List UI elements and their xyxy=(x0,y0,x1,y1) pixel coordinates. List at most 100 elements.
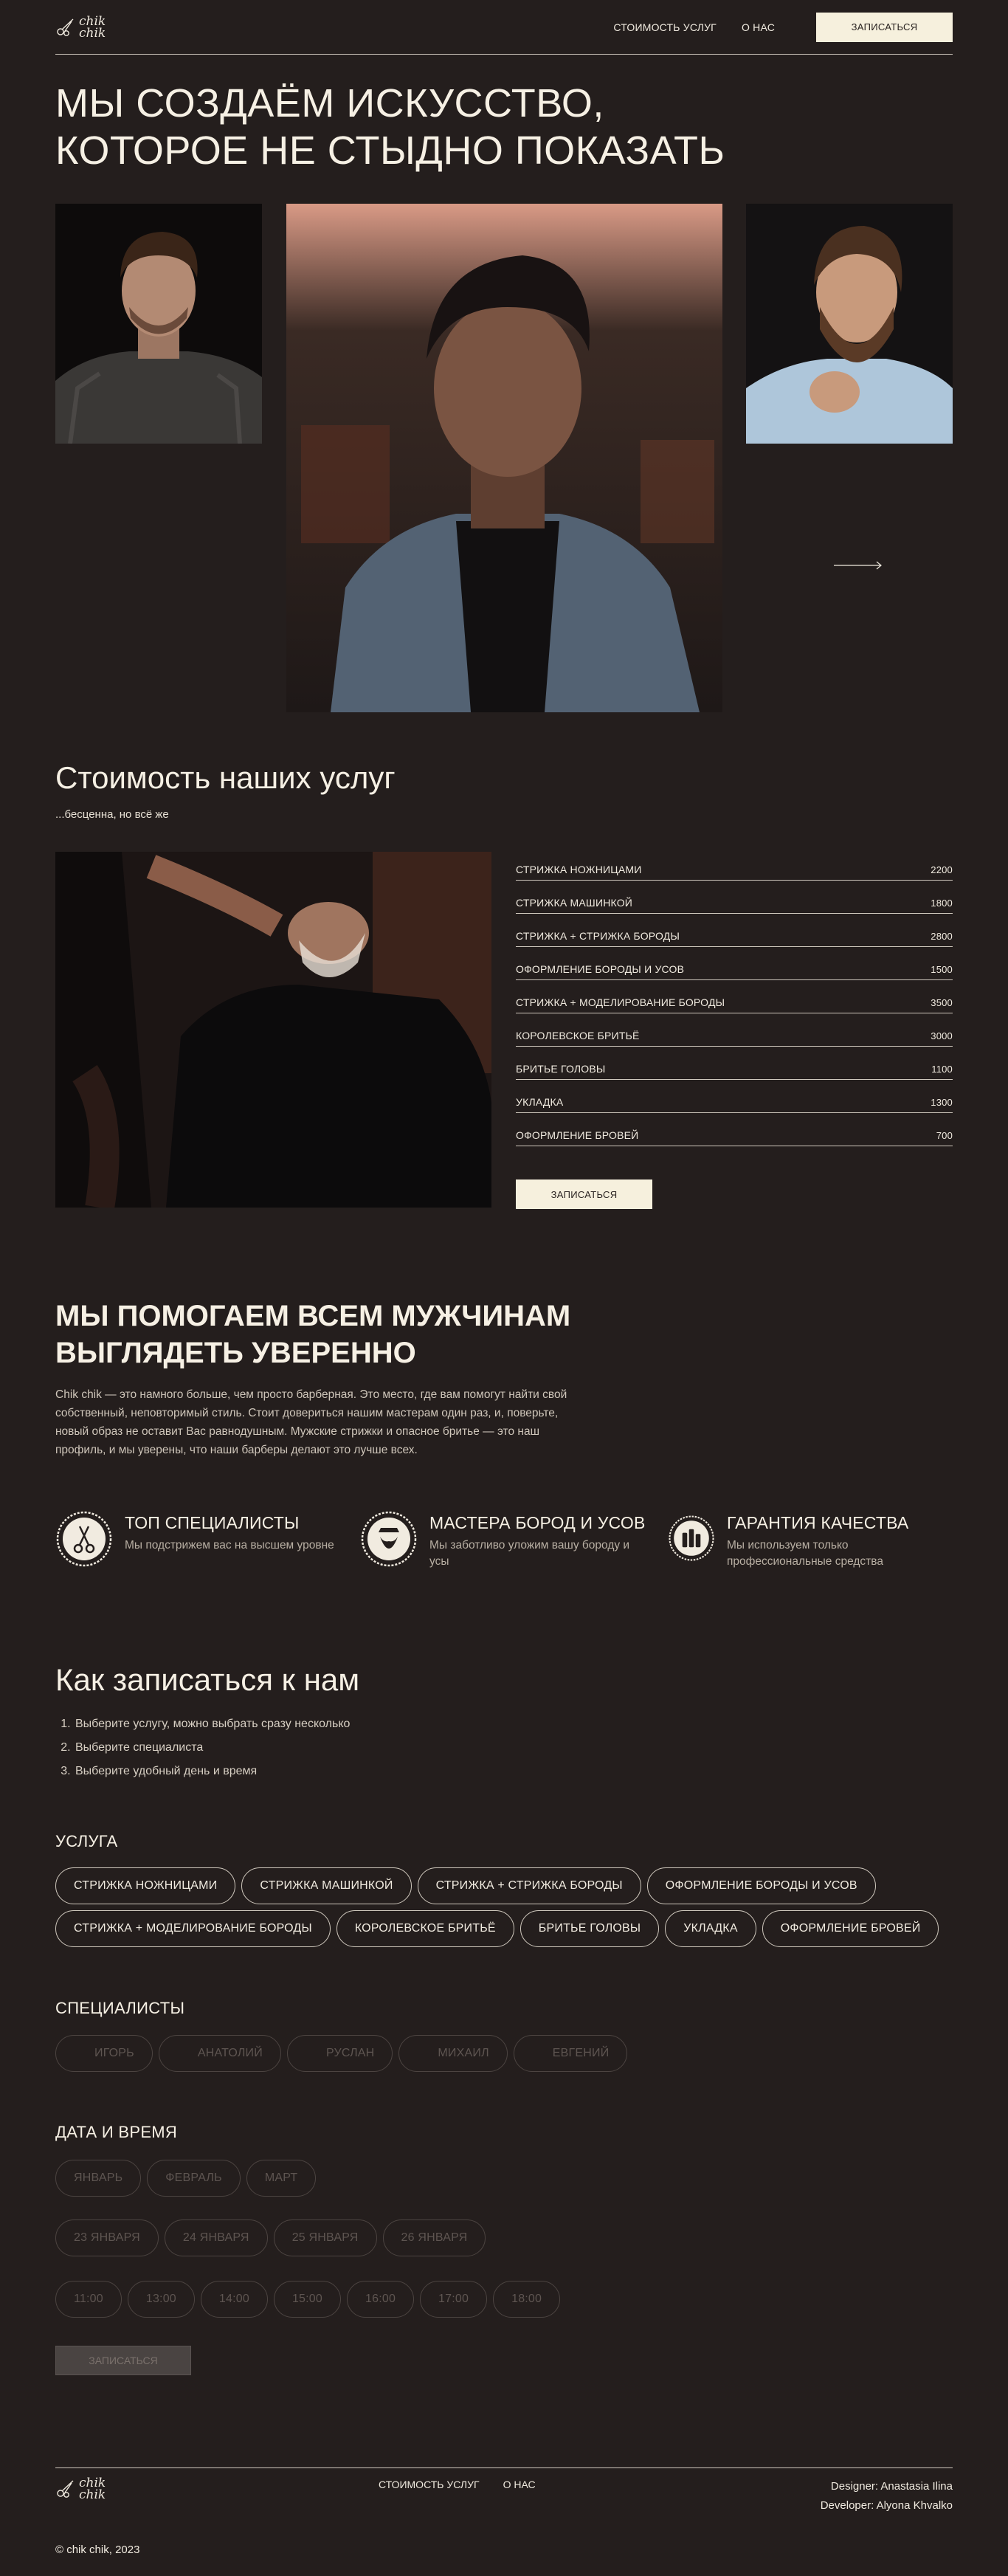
footer-nav: СТОИМОСТЬ УСЛУГ О НАС xyxy=(379,2479,536,2490)
price-value: 3000 xyxy=(931,1030,953,1041)
time-chip[interactable]: 15:00 xyxy=(273,2281,341,2318)
specialists-chips: ИГОРЬ АНАТОЛИЙ РУСЛАН МИХАИЛ ЕВГЕНИЙ xyxy=(55,2035,953,2078)
scissors-logo-icon xyxy=(57,2480,74,2498)
date-chip[interactable]: 26 ЯНВАРЯ xyxy=(382,2219,486,2256)
specialist-chip[interactable]: РУСЛАН xyxy=(286,2035,393,2072)
prices-subtitle: ...бесценна, но всё же xyxy=(55,808,169,821)
time-chip[interactable]: 14:00 xyxy=(200,2281,268,2318)
price-value: 1500 xyxy=(931,964,953,975)
service-chip[interactable]: БРИТЬЕ ГОЛОВЫ xyxy=(519,1910,660,1947)
feature-1-title: ТОП СПЕЦИАЛИСТЫ xyxy=(125,1513,300,1532)
products-icon xyxy=(669,1515,714,1561)
hero-title-line-1: МЫ СОЗДАЁМ ИСКУССТВО, xyxy=(55,81,604,125)
logo[interactable]: chik chik xyxy=(55,15,106,41)
footer-prices-link[interactable]: СТОИМОСТЬ УСЛУГ xyxy=(379,2479,480,2490)
price-row: СТРИЖКА + МОДЕЛИРОВАНИЕ БОРОДЫ 3500 xyxy=(516,980,953,1013)
credits: Designer: Anastasia Ilina Developer: Aly… xyxy=(821,2477,953,2515)
specialists-label: СПЕЦИАЛИСТЫ xyxy=(55,1999,185,2017)
main-nav: СТОИМОСТЬ УСЛУГ О НАС ЗАПИСАТЬСЯ xyxy=(588,12,953,42)
service-chip[interactable]: СТРИЖКА + СТРИЖКА БОРОДЫ xyxy=(417,1867,641,1904)
date-chip[interactable]: 25 ЯНВАРЯ xyxy=(273,2219,377,2256)
gallery-photo-1 xyxy=(55,204,262,444)
month-chip[interactable]: ЯНВАРЬ xyxy=(55,2160,142,2197)
service-chip[interactable]: ОФОРМЛЕНИЕ БРОВЕЙ xyxy=(762,1910,939,1947)
datetime-label: ДАТА И ВРЕМЯ xyxy=(55,2123,178,2141)
footer-logo[interactable]: chik chik xyxy=(55,2477,106,2501)
price-row: КОРОЛЕВСКОЕ БРИТЬЁ 3000 xyxy=(516,1013,953,1047)
specialist-chip[interactable]: МИХАИЛ xyxy=(398,2035,508,2072)
service-chip[interactable]: КОРОЛЕВСКОЕ БРИТЬЁ xyxy=(336,1910,514,1947)
booking-steps: Выберите услугу, можно выбрать сразу нес… xyxy=(74,1712,350,1783)
booking-step: Выберите специалиста xyxy=(74,1736,350,1760)
date-chip[interactable]: 24 ЯНВАРЯ xyxy=(164,2219,268,2256)
price-service-name: СТРИЖКА НОЖНИЦАМИ xyxy=(516,864,642,875)
feature-3-desc: Мы используем только профессиональные ср… xyxy=(727,1539,883,1568)
beard-icon xyxy=(361,1511,417,1567)
price-service-name: ОФОРМЛЕНИЕ БОРОДЫ И УСОВ xyxy=(516,963,685,975)
footer-logo-text-2: chik xyxy=(79,2487,106,2502)
specialist-chip[interactable]: ИГОРЬ xyxy=(55,2035,153,2072)
footer-about-link[interactable]: О НАС xyxy=(503,2479,536,2490)
price-value: 3500 xyxy=(931,997,953,1008)
price-value: 1800 xyxy=(931,898,953,909)
time-chip[interactable]: 17:00 xyxy=(420,2281,488,2318)
price-row: ОФОРМЛЕНИЕ БОРОДЫ И УСОВ 1500 xyxy=(516,947,953,980)
services-chips: СТРИЖКА НОЖНИЦАМИ СТРИЖКА МАШИНКОЙ СТРИЖКА… xyxy=(55,1867,953,1953)
footer-divider xyxy=(55,2467,953,2468)
services-label: УСЛУГА xyxy=(55,1832,118,1850)
feature-3-title: ГАРАНТИЯ КАЧЕСТВА xyxy=(727,1513,909,1532)
developer-credit: Developer: Alyona Khvalko xyxy=(820,2499,953,2512)
gallery-photo-3 xyxy=(746,204,953,444)
prices-book-button[interactable]: ЗАПИСАТЬСЯ xyxy=(516,1179,652,1209)
hero-title-line-2: КОТОРОЕ НЕ СТЫДНО ПОКАЗАТЬ xyxy=(55,128,725,173)
service-chip[interactable]: СТРИЖКА НОЖНИЦАМИ xyxy=(55,1867,236,1904)
price-service-name: УКЛАДКА xyxy=(516,1096,564,1108)
feature-quality: ГАРАНТИЯ КАЧЕСТВА Мы используем только п… xyxy=(668,1510,948,1570)
price-value: 700 xyxy=(936,1130,953,1141)
copyright: © chik chik, 2023 xyxy=(55,2544,140,2556)
time-chip[interactable]: 18:00 xyxy=(493,2281,561,2318)
feature-2-desc: Мы заботливо уложим вашу бороду и усы xyxy=(429,1539,630,1568)
service-chip[interactable]: СТРИЖКА + МОДЕЛИРОВАНИЕ БОРОДЫ xyxy=(55,1910,331,1947)
time-chip[interactable]: 13:00 xyxy=(127,2281,195,2318)
nav-prices-link[interactable]: СТОИМОСТЬ УСЛУГ xyxy=(613,21,717,33)
dates-chips: 23 ЯНВАРЯ 24 ЯНВАРЯ 25 ЯНВАРЯ 26 ЯНВАРЯ xyxy=(55,2219,953,2262)
price-list: СТРИЖКА НОЖНИЦАМИ 2200 СТРИЖКА МАШИНКОЙ 180… xyxy=(516,847,953,1146)
header-book-button[interactable]: ЗАПИСАТЬСЯ xyxy=(816,12,953,42)
price-service-name: СТРИЖКА + СТРИЖКА БОРОДЫ xyxy=(516,930,680,942)
price-row: СТРИЖКА МАШИНКОЙ 1800 xyxy=(516,881,953,914)
date-chip[interactable]: 23 ЯНВАРЯ xyxy=(55,2219,159,2256)
time-chip[interactable]: 11:00 xyxy=(55,2281,122,2318)
months-chips: ЯНВАРЬ ФЕВРАЛЬ МАРТ xyxy=(55,2160,953,2203)
booking-submit-button[interactable]: ЗАПИСАТЬСЯ xyxy=(55,2346,191,2375)
logo-text-2: chik xyxy=(79,25,106,41)
gallery-photo-main xyxy=(286,204,722,712)
specialist-chip[interactable]: ЕВГЕНИЙ xyxy=(513,2035,628,2072)
price-value: 1100 xyxy=(931,1064,953,1075)
month-chip[interactable]: МАРТ xyxy=(246,2160,317,2197)
scissors-logo-icon xyxy=(57,18,74,36)
price-service-name: СТРИЖКА МАШИНКОЙ xyxy=(516,897,633,909)
feature-top-specialists: ТОП СПЕЦИАЛИСТЫ Мы подстрижем вас на выс… xyxy=(55,1510,346,1568)
specialist-chip[interactable]: АНАТОЛИЙ xyxy=(158,2035,281,2072)
booking-step: Выберите услугу, можно выбрать сразу нес… xyxy=(74,1712,350,1736)
price-row: СТРИЖКА + СТРИЖКА БОРОДЫ 2800 xyxy=(516,914,953,947)
service-chip[interactable]: ОФОРМЛЕНИЕ БОРОДЫ И УСОВ xyxy=(646,1867,876,1904)
gallery-next-arrow-icon[interactable] xyxy=(834,561,883,570)
help-title-line-1: МЫ ПОМОГАЕМ ВСЕМ МУЖЧИНАМ xyxy=(55,1300,571,1332)
price-service-name: КОРОЛЕВСКОЕ БРИТЬЁ xyxy=(516,1030,640,1041)
booking-step: Выберите удобный день и время xyxy=(74,1760,350,1783)
time-chip[interactable]: 16:00 xyxy=(347,2281,415,2318)
month-chip[interactable]: ФЕВРАЛЬ xyxy=(147,2160,241,2197)
help-title-line-2: ВЫГЛЯДЕТЬ УВЕРЕННО xyxy=(55,1337,416,1369)
feature-1-desc: Мы подстрижем вас на высшем уровне xyxy=(125,1539,334,1552)
service-chip[interactable]: СТРИЖКА МАШИНКОЙ xyxy=(241,1867,412,1904)
price-service-name: ОФОРМЛЕНИЕ БРОВЕЙ xyxy=(516,1129,639,1141)
nav-about-link[interactable]: О НАС xyxy=(742,21,775,33)
scissors-icon xyxy=(56,1511,112,1567)
price-row: ОФОРМЛЕНИЕ БРОВЕЙ 700 xyxy=(516,1113,953,1146)
price-value: 2200 xyxy=(931,864,953,875)
price-row: СТРИЖКА НОЖНИЦАМИ 2200 xyxy=(516,847,953,881)
service-chip[interactable]: УКЛАДКА xyxy=(665,1910,756,1947)
booking-title: Как записаться к нам xyxy=(55,1662,360,1697)
